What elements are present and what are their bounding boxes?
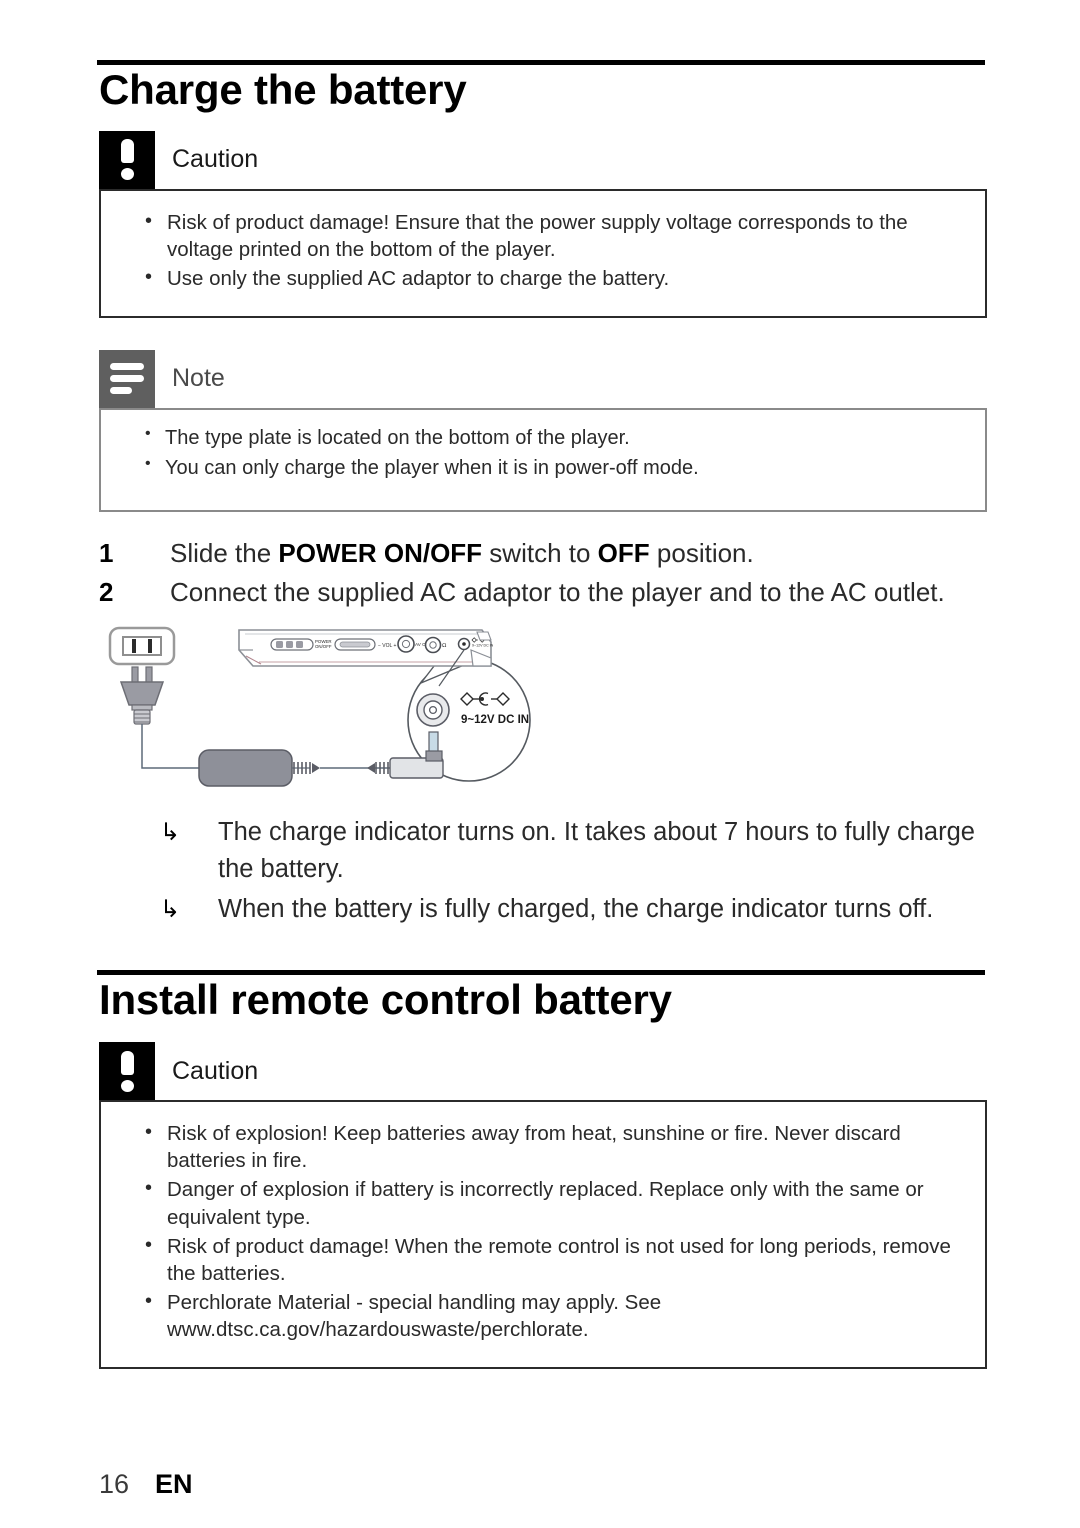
ac-adaptor-connection-diagram: 9~12V DC IN POWER ON/OFF − VOL + AV OUT …: [99, 620, 569, 792]
list-item: Risk of explosion! Keep batteries away f…: [123, 1119, 963, 1174]
ac-adaptor-brick: [198, 749, 293, 788]
step-number: 2: [99, 577, 114, 608]
arrow-icon: ↳: [160, 895, 181, 924]
caution-list: Risk of explosion! Keep batteries away f…: [123, 1119, 963, 1343]
note-body: The type plate is located on the bottom …: [99, 407, 987, 513]
power-switch-label-2: ON/OFF: [315, 644, 332, 649]
caution-header: Caution: [99, 130, 987, 189]
power-switch: [270, 638, 314, 652]
note-box-charge: Note The type plate is located on the bo…: [99, 349, 987, 513]
caution-label: Caution: [172, 145, 259, 174]
step-item-2: 2 Connect the supplied AC adaptor to the…: [99, 573, 999, 612]
step-text: Connect the supplied AC adaptor to the p…: [170, 577, 945, 608]
page-title-install-remote-control-battery: Install remote control battery: [99, 975, 672, 1023]
ac-plug-icon: [119, 666, 165, 726]
list-item: Risk of product damage! When the remote …: [123, 1232, 963, 1287]
list-item: Perchlorate Material - special handling …: [123, 1288, 963, 1343]
page-language: EN: [155, 1469, 193, 1499]
caution-label: Caution: [172, 1056, 259, 1085]
step-list-charge: 1 Slide the POWER ON/OFF switch to OFF p…: [99, 534, 999, 612]
cable-strain-relief-left: [292, 762, 320, 775]
caution-header: Caution: [99, 1042, 987, 1101]
step-number: 1: [99, 538, 114, 569]
player-side-panel: POWER ON/OFF − VOL + AV OUT Ω 9~12V DC I…: [238, 629, 494, 668]
step-text: Slide the POWER ON/OFF switch to OFF pos…: [170, 538, 754, 569]
page-footer: 16 EN: [99, 1469, 193, 1500]
av-out-jack: [397, 635, 415, 654]
dc-in-small-label: 9~12V DC IN: [472, 644, 494, 648]
note-label: Note: [172, 364, 225, 393]
manual-page: Charge the battery Caution Risk of produ…: [0, 0, 1080, 1528]
caution-body: Risk of product damage! Ensure that the …: [99, 188, 987, 318]
list-item: Danger of explosion if battery is incorr…: [123, 1175, 963, 1230]
caution-body: Risk of explosion! Keep batteries away f…: [99, 1100, 987, 1369]
note-lines-icon: [99, 349, 155, 408]
result-text: When the battery is fully charged, the c…: [218, 895, 934, 924]
volume-rocker: [334, 638, 376, 652]
exclamation-icon: [99, 130, 155, 189]
dc-plug-connector: [389, 750, 444, 780]
result-item: ↳ When the battery is fully charged, the…: [160, 891, 990, 927]
page-number: 16: [99, 1469, 130, 1499]
list-item: You can only charge the player when it i…: [123, 453, 963, 482]
dc-in-label: 9~12V DC IN: [461, 714, 529, 726]
note-header: Note: [99, 349, 987, 408]
arrow-icon: ↳: [160, 818, 181, 847]
list-item: Use only the supplied AC adaptor to char…: [123, 264, 963, 292]
step-item-1: 1 Slide the POWER ON/OFF switch to OFF p…: [99, 534, 999, 573]
note-list: The type plate is located on the bottom …: [123, 423, 963, 483]
headphone-jack: [424, 637, 442, 654]
caution-box-charge: Caution Risk of product damage! Ensure t…: [99, 130, 987, 318]
list-item: Risk of product damage! Ensure that the …: [123, 208, 963, 263]
result-item: ↳ The charge indicator turns on. It take…: [160, 814, 990, 887]
dc-in-jack: [457, 638, 471, 651]
wall-outlet-icon: [108, 627, 176, 666]
list-item: The type plate is located on the bottom …: [123, 423, 963, 452]
caution-box-install: Caution Risk of explosion! Keep batterie…: [99, 1042, 987, 1369]
page-title-charge-the-battery: Charge the battery: [99, 66, 467, 113]
volume-label: − VOL +: [378, 643, 397, 649]
caution-list: Risk of product damage! Ensure that the …: [123, 208, 963, 292]
result-text: The charge indicator turns on. It takes …: [218, 818, 975, 883]
result-list-charge: ↳ The charge indicator turns on. It take…: [160, 814, 990, 927]
exclamation-icon: [99, 1042, 155, 1101]
